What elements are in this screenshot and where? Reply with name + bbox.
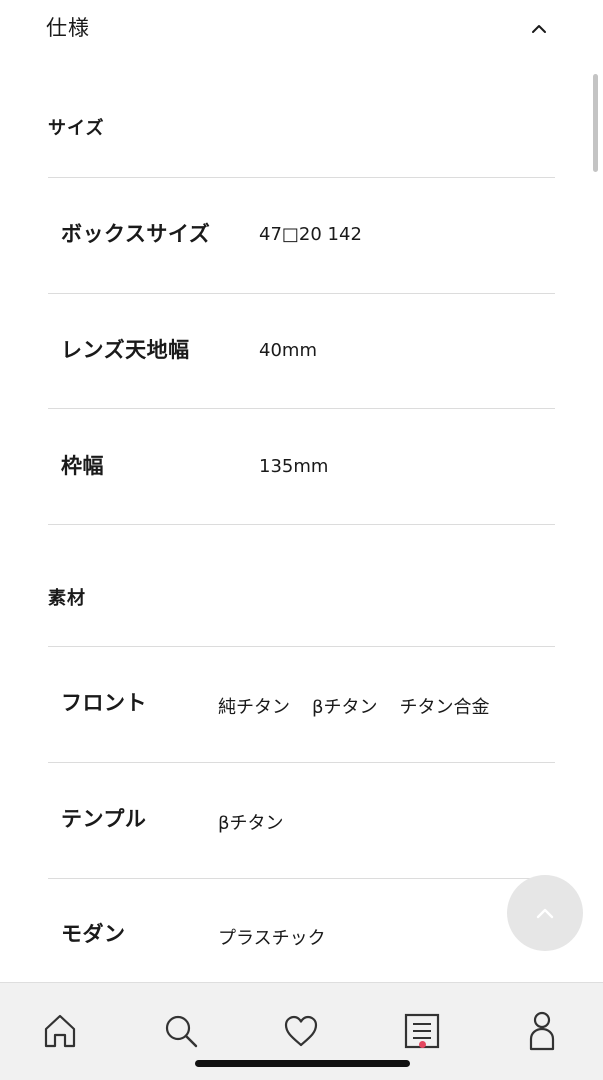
section-title-size: サイズ [48,118,105,139]
spec-label-tips: モダン [61,922,126,946]
material-value: βチタン [218,813,284,834]
home-indicator [195,1060,410,1067]
scrollbar[interactable] [593,74,598,172]
material-value: βチタン [312,697,378,718]
accordion-title: 仕様 [46,16,90,40]
spec-label-frame-width: 枠幅 [61,454,104,478]
back-to-top-button[interactable] [507,875,583,951]
spec-values-temple: βチタン [218,809,284,835]
search-icon [165,1015,198,1048]
spec-label-temple: テンプル [61,807,147,831]
spec-value-lens-height: 40mm [259,340,317,361]
divider [48,293,555,294]
person-icon [529,1011,555,1051]
chevron-up-icon [536,908,554,919]
divider [48,878,555,879]
material-value: プラスチック [218,928,326,949]
divider [48,524,555,525]
notification-badge [419,1041,426,1048]
spec-values-front: 純チタン βチタン チタン合金 [218,693,490,719]
divider [48,408,555,409]
home-icon [44,1014,76,1048]
screen: 仕様 サイズ ボックスサイズ 47□20 142 レンズ天地幅 40mm 枠幅 … [0,0,603,1080]
divider [48,762,555,763]
material-value: 純チタン [218,697,290,718]
spec-value-frame-width: 135mm [259,456,329,477]
divider [48,177,555,178]
heart-icon [284,1015,318,1047]
spec-values-tips: プラスチック [218,924,326,950]
chevron-up-icon[interactable] [527,17,551,41]
bottom-navigation [0,982,603,1080]
divider [48,646,555,647]
nav-favorites-button[interactable] [277,1007,325,1055]
spec-accordion-header[interactable]: 仕様 [0,0,603,56]
spec-label-box-size: ボックスサイズ [61,222,211,246]
nav-account-button[interactable] [518,1007,566,1055]
spec-label-front: フロント [61,691,147,715]
spec-label-lens-height: レンズ天地幅 [61,338,190,362]
section-title-material: 素材 [48,588,86,609]
nav-home-button[interactable] [36,1007,84,1055]
spec-value-box-size: 47□20 142 [259,224,362,245]
material-value: チタン合金 [399,697,490,718]
nav-search-button[interactable] [157,1007,205,1055]
